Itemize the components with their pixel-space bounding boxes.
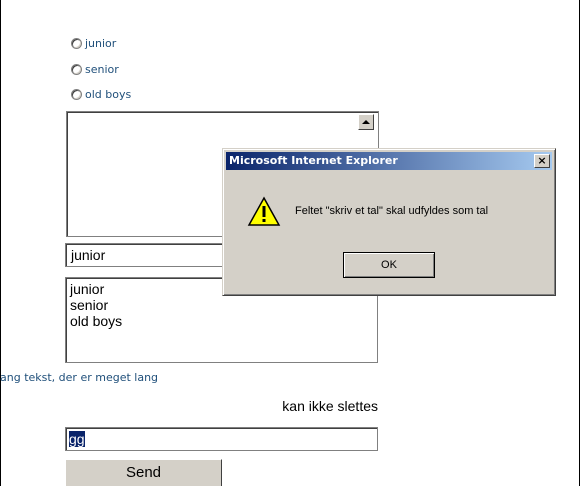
number-input[interactable]: gg	[65, 427, 378, 451]
dialog-message: Feltet "skriv et tal" skal udfyldes som …	[295, 205, 489, 217]
close-icon[interactable]: ×	[534, 154, 550, 168]
cannot-delete-label: kan ikke slettes	[282, 398, 378, 414]
radio-label: senior	[85, 62, 119, 76]
radio-label: junior	[85, 36, 117, 50]
warning-icon	[247, 196, 281, 226]
up-arrow-icon	[362, 120, 370, 124]
scroll-up-button[interactable]	[358, 114, 374, 130]
radio-button[interactable]	[71, 63, 82, 75]
radio-button[interactable]	[71, 37, 82, 49]
alert-dialog: Microsoft Internet Explorer × Feltet "sk…	[222, 148, 556, 296]
radio-old-boys[interactable]: old boys	[71, 84, 131, 104]
listbox-option[interactable]: old boys	[70, 313, 377, 329]
team-select[interactable]: junior	[65, 243, 225, 267]
dialog-titlebar[interactable]: Microsoft Internet Explorer ×	[226, 152, 552, 170]
dialog-title: Microsoft Internet Explorer	[229, 154, 398, 167]
listbox-option[interactable]: senior	[70, 297, 377, 313]
long-text-label: ang tekst, der er meget lang	[0, 371, 159, 384]
ok-button[interactable]: OK	[343, 252, 435, 278]
radio-label: old boys	[85, 87, 132, 101]
radio-button[interactable]	[71, 88, 82, 100]
send-button[interactable]: Send	[65, 459, 222, 486]
radio-junior[interactable]: junior	[71, 33, 116, 53]
radio-senior[interactable]: senior	[71, 59, 119, 79]
selected-text: gg	[69, 431, 85, 447]
